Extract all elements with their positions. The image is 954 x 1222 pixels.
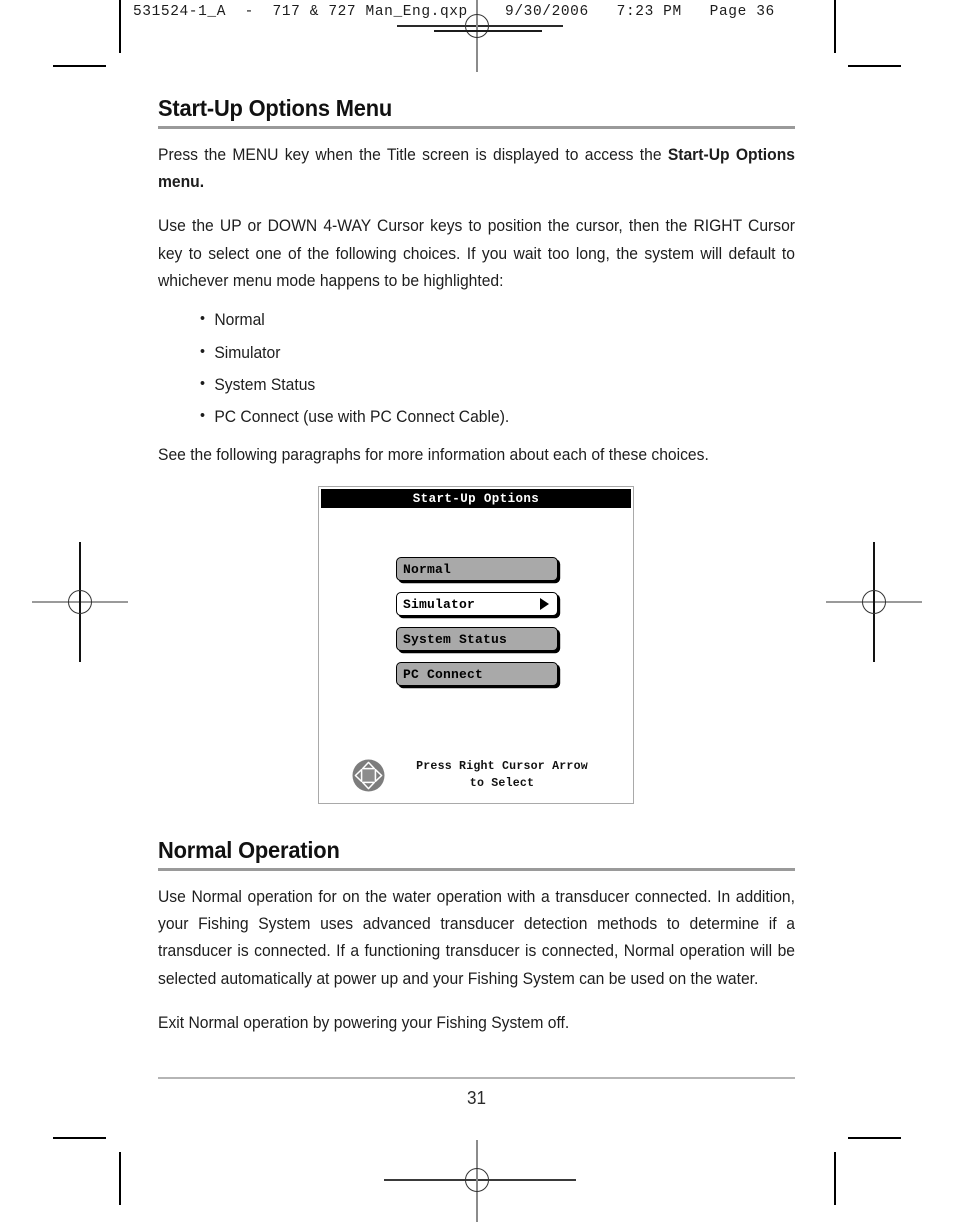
device-screen-title: Start-Up Options <box>412 491 540 506</box>
paragraph-exit-normal-operation: Exit Normal operation by powering your F… <box>158 1013 570 1032</box>
menu-item-label: Normal <box>403 561 452 577</box>
page-title-normal-operation: Normal Operation <box>158 837 340 863</box>
registration-mark-left <box>32 542 128 662</box>
menu-item-label: System Status <box>403 631 508 647</box>
paragraph-cursor-keys-instructions: Use the UP or DOWN 4-WAY Cursor keys to … <box>158 217 795 290</box>
list-item: PC Connect (use with PC Connect Cable). <box>200 408 768 425</box>
crop-mark-bottom-right-vertical <box>834 1152 836 1205</box>
crop-mark-bottom-right-horizontal <box>848 1137 901 1139</box>
page-number: 31 <box>466 1088 487 1108</box>
menu-item-system-status[interactable]: System Status <box>396 627 558 651</box>
crop-mark-top-right-vertical <box>834 0 836 53</box>
paragraph-see-following: See the following paragraphs for more in… <box>158 445 709 464</box>
right-arrow-icon <box>540 598 549 610</box>
crop-mark-top-left-vertical <box>119 0 121 53</box>
device-screen-hint-line-2: to Select <box>469 776 535 790</box>
print-slug-underline <box>434 30 542 32</box>
device-screen-hint-line-1: Press Right Cursor Arrow <box>416 760 588 774</box>
list-item: Normal <box>200 311 768 328</box>
menu-item-label: PC Connect <box>403 666 484 682</box>
registration-ring <box>68 590 92 614</box>
heading-rule <box>158 868 795 871</box>
page-title-start-up-options-menu: Start-Up Options Menu <box>158 95 393 121</box>
menu-item-label: Simulator <box>403 596 476 612</box>
footer-rule <box>158 1077 795 1080</box>
registration-ring <box>465 1168 489 1192</box>
device-screen-hint: Press Right Cursor Arrow to Select <box>385 759 633 792</box>
paragraph-normal-operation-description: Use Normal operation for on the water op… <box>158 887 795 988</box>
device-screen-footer: Press Right Cursor Arrow to Select <box>319 759 633 792</box>
menu-item-pc-connect[interactable]: PC Connect <box>396 662 558 686</box>
figure-start-up-options-screen: Start-Up Options Normal Simulator System… <box>318 486 634 804</box>
heading-rule <box>158 126 795 129</box>
page-content-normal-operation: Normal Operation Use Normal operation fo… <box>158 837 795 1037</box>
start-up-choices-list: Normal Simulator System Status PC Connec… <box>158 311 795 426</box>
crop-mark-top-left-horizontal <box>53 65 106 67</box>
registration-mark-right <box>826 542 922 662</box>
four-way-cursor-icon <box>352 759 385 792</box>
device-screen: Start-Up Options Normal Simulator System… <box>318 486 634 804</box>
paragraph-run-plain: Press the MENU key when the Title screen… <box>158 145 668 164</box>
list-item: Simulator <box>200 344 768 361</box>
registration-mark-bottom <box>384 1140 576 1222</box>
device-menu-list: Normal Simulator System Status PC Connec… <box>396 557 558 697</box>
crop-mark-bottom-left-vertical <box>119 1152 121 1205</box>
device-screen-titlebar: Start-Up Options <box>321 489 631 508</box>
print-slug-line: 531524-1_A - 717 & 727 Man_Eng.qxp 9/30/… <box>133 4 775 20</box>
registration-ring <box>862 590 886 614</box>
paragraph-press-menu-key: Press the MENU key when the Title screen… <box>158 142 795 196</box>
menu-item-normal[interactable]: Normal <box>396 557 558 581</box>
page-content: Start-Up Options Menu Press the MENU key… <box>158 95 795 469</box>
crop-mark-bottom-left-horizontal <box>53 1137 106 1139</box>
list-item: System Status <box>200 376 768 393</box>
menu-item-simulator[interactable]: Simulator <box>396 592 558 616</box>
crop-mark-top-right-horizontal <box>848 65 901 67</box>
